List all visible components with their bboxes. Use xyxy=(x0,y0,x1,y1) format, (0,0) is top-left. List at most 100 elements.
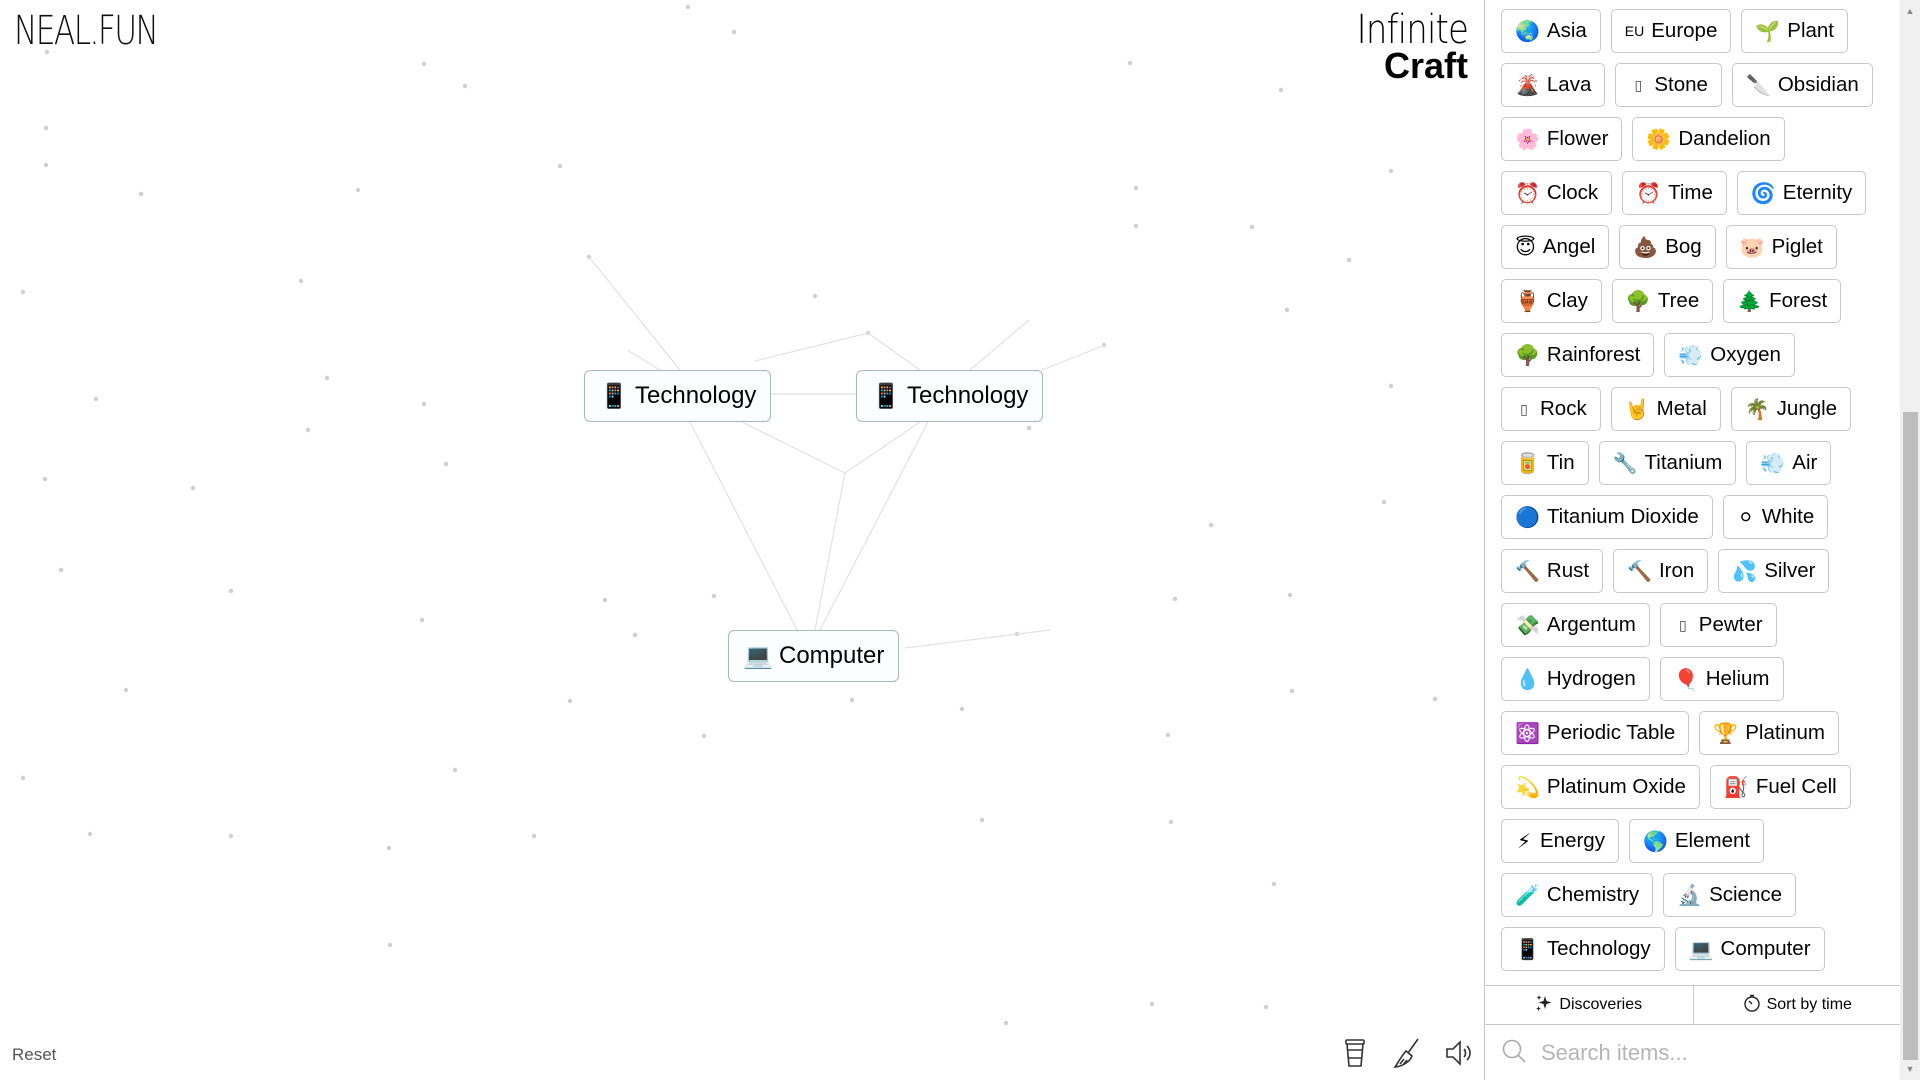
speaker-icon[interactable] xyxy=(1444,1036,1474,1070)
sidebar-item[interactable]: 🌲 Forest xyxy=(1723,279,1842,323)
sidebar-item[interactable]: 💧 Hydrogen xyxy=(1501,657,1650,701)
sidebar-item[interactable]: 📱 Technology xyxy=(1501,927,1665,971)
sidebar-item[interactable]: 🌋 Lava xyxy=(1501,63,1606,107)
broom-icon[interactable] xyxy=(1392,1036,1422,1070)
particle-dot xyxy=(421,61,427,67)
particle-dot xyxy=(355,187,361,193)
sidebar-item[interactable]: 🌏 Asia xyxy=(1501,9,1601,53)
particle-dot xyxy=(93,396,99,402)
sidebar-item[interactable]: 🤘 Metal xyxy=(1610,387,1721,431)
sidebar-item[interactable]: 🔨 Iron xyxy=(1613,549,1709,593)
sidebar-item[interactable]: ▯ Rock xyxy=(1501,387,1601,431)
sidebar-item-label: Stone xyxy=(1654,73,1708,96)
search-input[interactable] xyxy=(1541,1040,1861,1066)
sidebar-item[interactable]: ▯ Stone xyxy=(1615,63,1722,107)
sidebar-item[interactable]: 🔨 Rust xyxy=(1501,549,1604,593)
scroll-up-arrow-icon[interactable]: ▲ xyxy=(1900,2,1920,20)
sidebar-item[interactable]: EU Europe xyxy=(1610,9,1732,53)
sidebar-item[interactable]: 💫 Platinum Oxide xyxy=(1501,765,1700,809)
canvas-element-label: Technology xyxy=(635,382,757,409)
sidebar-item[interactable]: ⛽ Fuel Cell xyxy=(1709,765,1851,809)
canvas-element[interactable]: 💻 Computer xyxy=(728,630,900,682)
laptop-icon: 💻 xyxy=(1688,938,1714,961)
sidebar-item[interactable]: 🌸 Flower xyxy=(1501,117,1623,161)
tree-icon: 🌳 xyxy=(1625,290,1651,313)
sidebar-item[interactable]: 🐷 Piglet xyxy=(1725,225,1837,269)
sidebar-item[interactable]: 🏺 Clay xyxy=(1501,279,1602,323)
sidebar-item[interactable]: 💩 Bog xyxy=(1619,225,1716,269)
canvas-element[interactable]: 📱 Technology xyxy=(856,370,1044,422)
knife-icon: 🔪 xyxy=(1745,74,1771,97)
particle-dot xyxy=(685,4,691,10)
particle-dot xyxy=(1172,596,1178,602)
reset-button[interactable]: Reset xyxy=(12,1045,56,1065)
particle-dot xyxy=(228,588,234,594)
sidebar-item[interactable]: ⏰ Time xyxy=(1622,171,1727,215)
sidebar-item[interactable]: 🌴 Jungle xyxy=(1730,387,1852,431)
particle-dot xyxy=(228,833,234,839)
sidebar-item[interactable]: 🌳 Rainforest xyxy=(1501,333,1655,377)
particle-dot xyxy=(1284,307,1290,313)
sidebar-item[interactable]: 🌀 Eternity xyxy=(1736,171,1867,215)
particle-background xyxy=(20,4,1438,1026)
sidebar-item-label: Rainforest xyxy=(1546,343,1641,366)
sidebar-item[interactable]: 🔧 Titanium xyxy=(1598,441,1737,485)
sidebar-item[interactable]: ⚪ White xyxy=(1722,495,1829,539)
sidebar-item-label: Air xyxy=(1792,451,1818,474)
sidebar-item[interactable]: ⏰ Clock xyxy=(1501,171,1613,215)
crafting-canvas[interactable]: NEAL.FUN Infinite Craft 📱 Technology 📱 T… xyxy=(0,0,1484,1080)
particle-dot xyxy=(701,733,707,739)
poop-icon: 💩 xyxy=(1633,236,1659,259)
particle-dot xyxy=(43,162,49,168)
particle-dot xyxy=(42,476,48,482)
particle-dot xyxy=(1287,592,1293,598)
scrollbar-thumb[interactable] xyxy=(1903,412,1918,1060)
sidebar-item[interactable]: 🥫 Tin xyxy=(1501,441,1589,485)
sidebar-item[interactable]: 🌳 Tree xyxy=(1611,279,1714,323)
sidebar-item[interactable]: 🧪 Chemistry xyxy=(1501,873,1654,917)
sidebar-item[interactable]: 🎈 Helium xyxy=(1659,657,1784,701)
sidebar-item[interactable]: 😇 Angel xyxy=(1501,225,1610,269)
sidebar-item[interactable]: 🌼 Dandelion xyxy=(1632,117,1785,161)
white-circle-icon: ⚪ xyxy=(1737,506,1755,529)
sidebar-item[interactable]: 🔵 Titanium Dioxide xyxy=(1501,495,1713,539)
sidebar-item[interactable]: 🔪 Obsidian xyxy=(1731,63,1873,107)
particle-dot xyxy=(123,687,129,693)
sidebar-item-label: Dandelion xyxy=(1678,127,1771,150)
sidebar-item-label: Flower xyxy=(1546,127,1609,150)
sort-by-time-button[interactable]: Sort by time xyxy=(1692,986,1902,1024)
sidebar-item-label: Angel xyxy=(1542,235,1596,258)
sidebar-item[interactable]: 💨 Air xyxy=(1746,441,1832,485)
particle-dot xyxy=(58,567,64,573)
coffee-cup-icon[interactable] xyxy=(1340,1036,1370,1070)
sidebar-item[interactable]: 🏆 Platinum xyxy=(1699,711,1839,755)
sidebar-scrollbar[interactable]: ▲ ▼ xyxy=(1900,0,1920,1080)
sidebar-item[interactable]: 🌎 Element xyxy=(1628,819,1765,863)
sidebar-item[interactable]: 🌱 Plant xyxy=(1741,9,1848,53)
particle-dot xyxy=(443,461,449,467)
sidebar-item[interactable]: 💨 Oxygen xyxy=(1664,333,1795,377)
sidebar-item-label: Computer xyxy=(1720,937,1811,960)
sidebar-item[interactable]: 💻 Computer xyxy=(1674,927,1825,971)
sidebar-item[interactable]: 💦 Silver xyxy=(1718,549,1830,593)
particle-line xyxy=(814,472,846,631)
angel-icon: 😇 xyxy=(1515,236,1536,259)
sidebar-item[interactable]: ▯ Pewter xyxy=(1659,603,1777,647)
sidebar-item[interactable]: 🔬 Science xyxy=(1663,873,1797,917)
scroll-down-arrow-icon[interactable]: ▼ xyxy=(1900,1060,1920,1078)
sidebar: 🌏 Asia EU Europe 🌱 Plant 🌋 Lava ▯ Stone 🔪 Obsidian 🌸… xyxy=(1484,0,1902,1080)
sidebar-item[interactable]: ⚡ Energy xyxy=(1501,819,1619,863)
particle-dot xyxy=(305,427,311,433)
sidebar-item-label: Jungle xyxy=(1776,397,1838,420)
sidebar-item[interactable]: ⚛️ Periodic Table xyxy=(1501,711,1690,755)
neal-fun-logo[interactable]: NEAL.FUN xyxy=(14,8,159,54)
particle-line xyxy=(1041,344,1106,371)
sidebar-item[interactable]: 💸 Argentum xyxy=(1501,603,1650,647)
particle-dot xyxy=(1127,60,1133,66)
items-list[interactable]: 🌏 Asia EU Europe 🌱 Plant 🌋 Lava ▯ Stone 🔪 Obsidian 🌸… xyxy=(1485,0,1901,985)
discoveries-button[interactable]: Discoveries xyxy=(1485,986,1693,1024)
atom-icon: ⚛️ xyxy=(1515,722,1540,745)
canvas-element[interactable]: 📱 Technology xyxy=(584,370,772,422)
missing-glyph-icon: ▯ xyxy=(1520,400,1528,417)
particle-dot xyxy=(387,942,393,948)
